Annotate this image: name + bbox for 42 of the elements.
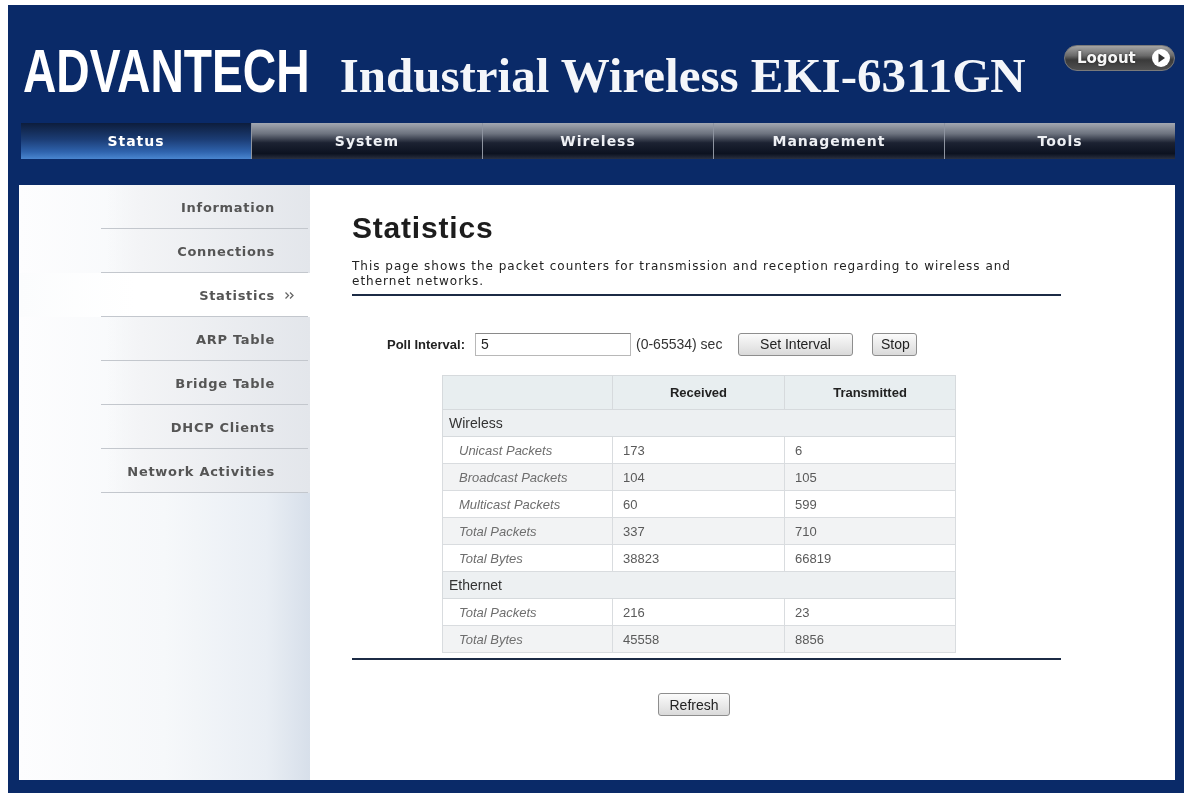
table-cell: 599 [784, 490, 956, 518]
table-cell: 38823 [612, 544, 785, 572]
row-label: Multicast Packets [442, 490, 613, 518]
page-description: This page shows the packet counters for transmission and reception regarding to wireless and ethernet networks. [352, 259, 1012, 289]
double-chevron-icon [285, 291, 294, 299]
row-label: Total Bytes [442, 625, 613, 653]
row-label: Total Bytes [442, 544, 613, 572]
row-label: Broadcast Packets [442, 463, 613, 491]
set-interval-button[interactable]: Set Interval [738, 332, 853, 356]
row-label: Unicast Packets [442, 436, 613, 464]
table-cell: 23 [784, 598, 956, 626]
nav-tab[interactable]: Wireless [482, 123, 713, 159]
row-label: Total Packets [442, 598, 613, 626]
table-cell: 710 [784, 517, 956, 545]
table-cell: 8856 [784, 625, 956, 653]
row-label: Total Packets [442, 517, 613, 545]
table-cell: 105 [784, 463, 956, 491]
poll-interval-label: Poll Interval: [387, 336, 467, 352]
nav-tab[interactable]: Tools [944, 123, 1175, 159]
table-cell: 60 [612, 490, 785, 518]
column-header: Transmitted [784, 375, 956, 410]
column-header: Received [612, 375, 785, 410]
product-title: Industrial Wireless EKI-6311GN [339, 52, 1026, 100]
poll-interval-field[interactable]: 5 [475, 332, 631, 356]
stop-button[interactable]: Stop [872, 332, 917, 356]
logout-button[interactable]: Logout [1064, 45, 1175, 71]
nav-tab[interactable]: System [251, 123, 482, 159]
nav-tab[interactable]: Management [713, 123, 944, 159]
section-header: Ethernet [442, 571, 956, 599]
section-header: Wireless [442, 409, 956, 437]
logo-text: ADVANTECH [23, 40, 310, 102]
table-cell: 173 [612, 436, 785, 464]
table-cell: 216 [612, 598, 785, 626]
range-hint: (0-65534) sec [636, 336, 724, 352]
table-cell: 104 [612, 463, 785, 491]
refresh-button[interactable]: Refresh [658, 693, 730, 716]
table-cell: 337 [612, 517, 785, 545]
table-cell: 45558 [612, 625, 785, 653]
table-cell: 66819 [784, 544, 956, 572]
page-title: Statistics [352, 211, 495, 245]
table-cell: 6 [784, 436, 956, 464]
nav-tab[interactable]: Status [21, 123, 251, 159]
